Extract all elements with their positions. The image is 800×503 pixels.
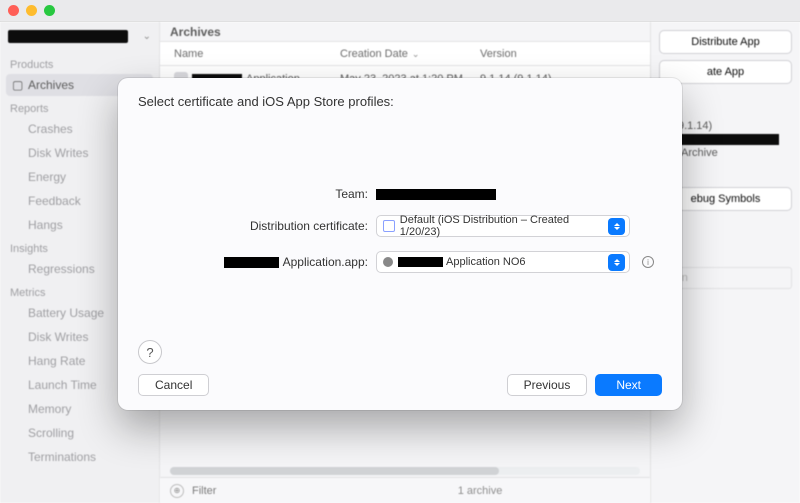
- profile-value-redacted: [398, 257, 443, 267]
- sidebar-item-label: Hang Rate: [28, 354, 85, 368]
- sidebar-item-label: Terminations: [28, 450, 96, 464]
- cert-label: Distribution certificate:: [138, 219, 368, 233]
- column-date-label: Creation Date: [340, 48, 408, 60]
- sidebar-item-scrolling[interactable]: Scrolling: [6, 422, 153, 444]
- project-switcher[interactable]: ⌄: [8, 30, 151, 43]
- sidebar-item-terminations[interactable]: Terminations: [6, 446, 153, 468]
- column-version[interactable]: Version: [480, 48, 650, 60]
- scroll-thumb[interactable]: [170, 467, 499, 475]
- cert-value: Default (iOS Distribution – Created 1/20…: [400, 214, 609, 238]
- next-button[interactable]: Next: [595, 374, 662, 396]
- filter-input[interactable]: [192, 485, 312, 497]
- sidebar-item-label: Crashes: [28, 122, 73, 136]
- sidebar-section-products: Products: [0, 53, 159, 73]
- window-chrome: [0, 0, 800, 22]
- zoom-window-icon[interactable]: [44, 5, 55, 16]
- team-value-redacted: [376, 189, 496, 200]
- help-button[interactable]: ?: [138, 340, 162, 364]
- profile-label-suffix: Application.app:: [283, 255, 368, 269]
- sidebar-item-label: Battery Usage: [28, 306, 104, 320]
- sidebar-item-label: Feedback: [28, 194, 81, 208]
- archive-icon: ▢: [12, 78, 24, 90]
- close-window-icon[interactable]: [8, 5, 19, 16]
- chevron-down-icon: ⌄: [143, 31, 151, 42]
- distribution-sheet: Select certificate and iOS App Store pro…: [118, 78, 682, 410]
- certificate-icon: [383, 220, 395, 232]
- profile-select[interactable]: Application NO6: [376, 251, 630, 273]
- dropdown-arrow-icon: [608, 254, 625, 271]
- sidebar-item-label: Disk Writes: [28, 330, 88, 344]
- pane-title: Archives: [160, 22, 650, 42]
- info-icon[interactable]: i: [642, 256, 654, 268]
- column-name[interactable]: Name: [160, 48, 340, 60]
- horizontal-scrollbar[interactable]: [170, 467, 640, 475]
- column-date[interactable]: Creation Date ⌄: [340, 48, 480, 60]
- sidebar-item-label: Launch Time: [28, 378, 97, 392]
- sidebar-item-label: Energy: [28, 170, 66, 184]
- sidebar-item-label: Scrolling: [28, 426, 74, 440]
- sidebar-item-label: Disk Writes: [28, 146, 88, 160]
- cert-row: Distribution certificate: Default (iOS D…: [138, 215, 662, 237]
- sidebar-item-label: Regressions: [28, 262, 95, 276]
- cancel-button[interactable]: Cancel: [138, 374, 209, 396]
- sidebar-item-label: Archives: [28, 78, 74, 92]
- profile-label-redacted: [224, 257, 279, 268]
- team-label: Team:: [138, 187, 368, 201]
- sidebar-item-label: Memory: [28, 402, 71, 416]
- sheet-title: Select certificate and iOS App Store pro…: [138, 94, 662, 109]
- filter-icon[interactable]: ⊕: [170, 484, 184, 498]
- sheet-body: Team: Distribution certificate: Default …: [138, 117, 662, 340]
- project-name-redacted: [8, 30, 128, 43]
- team-row: Team:: [138, 187, 662, 201]
- sidebar-item-label: Hangs: [28, 218, 63, 232]
- profile-value-suffix: Application NO6: [446, 256, 526, 268]
- profile-gear-icon: [383, 257, 393, 267]
- dropdown-arrow-icon: [608, 218, 625, 235]
- profile-label: Application.app:: [138, 255, 368, 269]
- cert-select[interactable]: Default (iOS Distribution – Created 1/20…: [376, 215, 630, 237]
- help-button-row: ?: [138, 340, 662, 364]
- sort-descending-icon: ⌄: [412, 49, 420, 59]
- table-header: Name Creation Date ⌄ Version: [160, 42, 650, 66]
- archive-count: 1 archive: [458, 485, 503, 497]
- list-footer: ⊕ 1 archive: [160, 477, 650, 503]
- profile-row: Application.app: Application NO6 i: [138, 251, 662, 273]
- sheet-footer: Cancel Previous Next: [138, 374, 662, 396]
- previous-button[interactable]: Previous: [507, 374, 588, 396]
- minimize-window-icon[interactable]: [26, 5, 37, 16]
- distribute-app-button[interactable]: Distribute App: [659, 30, 792, 54]
